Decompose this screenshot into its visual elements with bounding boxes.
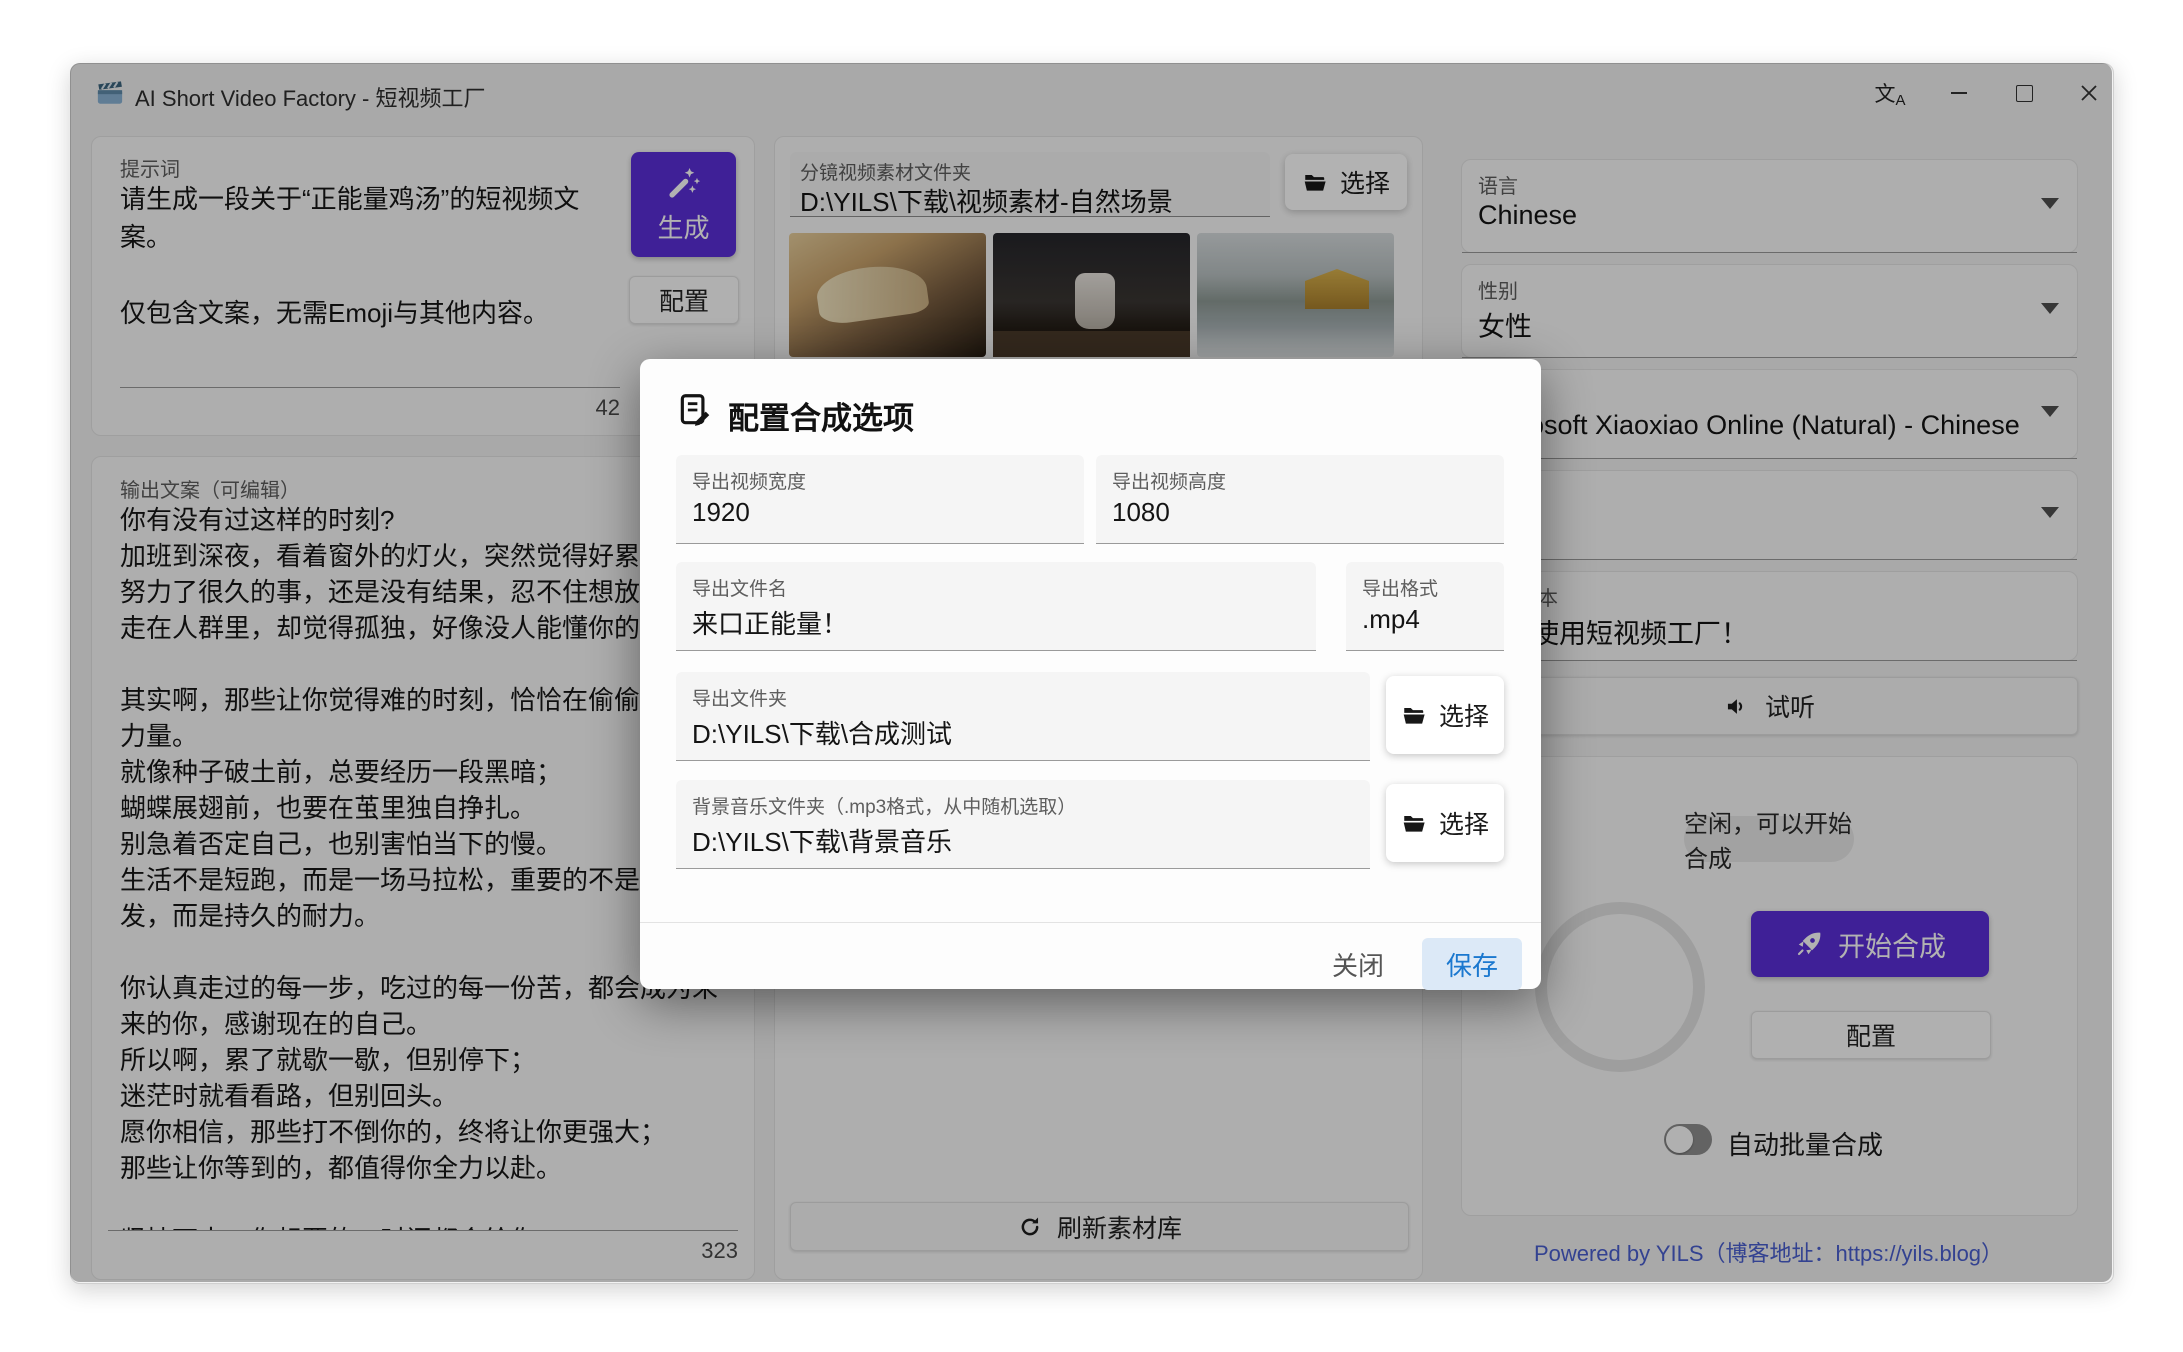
folder-icon [1401,702,1427,728]
export-folder-label: 导出文件夹 [692,684,787,711]
divider [640,922,1541,923]
export-format-label: 导出格式 [1362,574,1438,601]
bgm-folder-label: 背景音乐文件夹（.mp3格式，从中随机选取） [692,792,1076,819]
dialog-save-label: 保存 [1446,946,1498,983]
export-height-label: 导出视频高度 [1112,467,1226,494]
folder-icon [1401,810,1427,836]
export-folder-select-label: 选择 [1439,697,1489,733]
export-filename-field[interactable]: 导出文件名 来口正能量！ [676,562,1316,651]
bgm-folder-field[interactable]: 背景音乐文件夹（.mp3格式，从中随机选取） D:\YILS\下载\背景音乐 [676,780,1370,869]
export-width-field[interactable]: 导出视频宽度 1920 [676,455,1084,544]
dialog-save-button[interactable]: 保存 [1422,938,1522,990]
dialog-close-label: 关闭 [1332,946,1384,983]
document-edit-icon [676,391,714,429]
export-filename-label: 导出文件名 [692,574,787,601]
export-format-field[interactable]: 导出格式 .mp4 [1346,562,1504,651]
bgm-folder-select-button[interactable]: 选择 [1386,784,1504,862]
export-height-value: 1080 [1112,497,1494,528]
bgm-folder-select-label: 选择 [1439,805,1489,841]
bgm-folder-value: D:\YILS\下载\背景音乐 [692,822,1360,859]
export-height-field[interactable]: 导出视频高度 1080 [1096,455,1504,544]
config-dialog: 配置合成选项 导出视频宽度 1920 导出视频高度 1080 导出文件名 来口正… [640,359,1541,989]
export-folder-value: D:\YILS\下载\合成测试 [692,714,1360,751]
export-folder-select-button[interactable]: 选择 [1386,676,1504,754]
export-format-value: .mp4 [1362,604,1494,635]
dialog-title: 配置合成选项 [728,393,914,438]
export-folder-field[interactable]: 导出文件夹 D:\YILS\下载\合成测试 [676,672,1370,761]
export-width-value: 1920 [692,497,1074,528]
dialog-close-button[interactable]: 关闭 [1308,939,1408,989]
export-width-label: 导出视频宽度 [692,467,806,494]
export-filename-value: 来口正能量！ [692,604,1306,641]
